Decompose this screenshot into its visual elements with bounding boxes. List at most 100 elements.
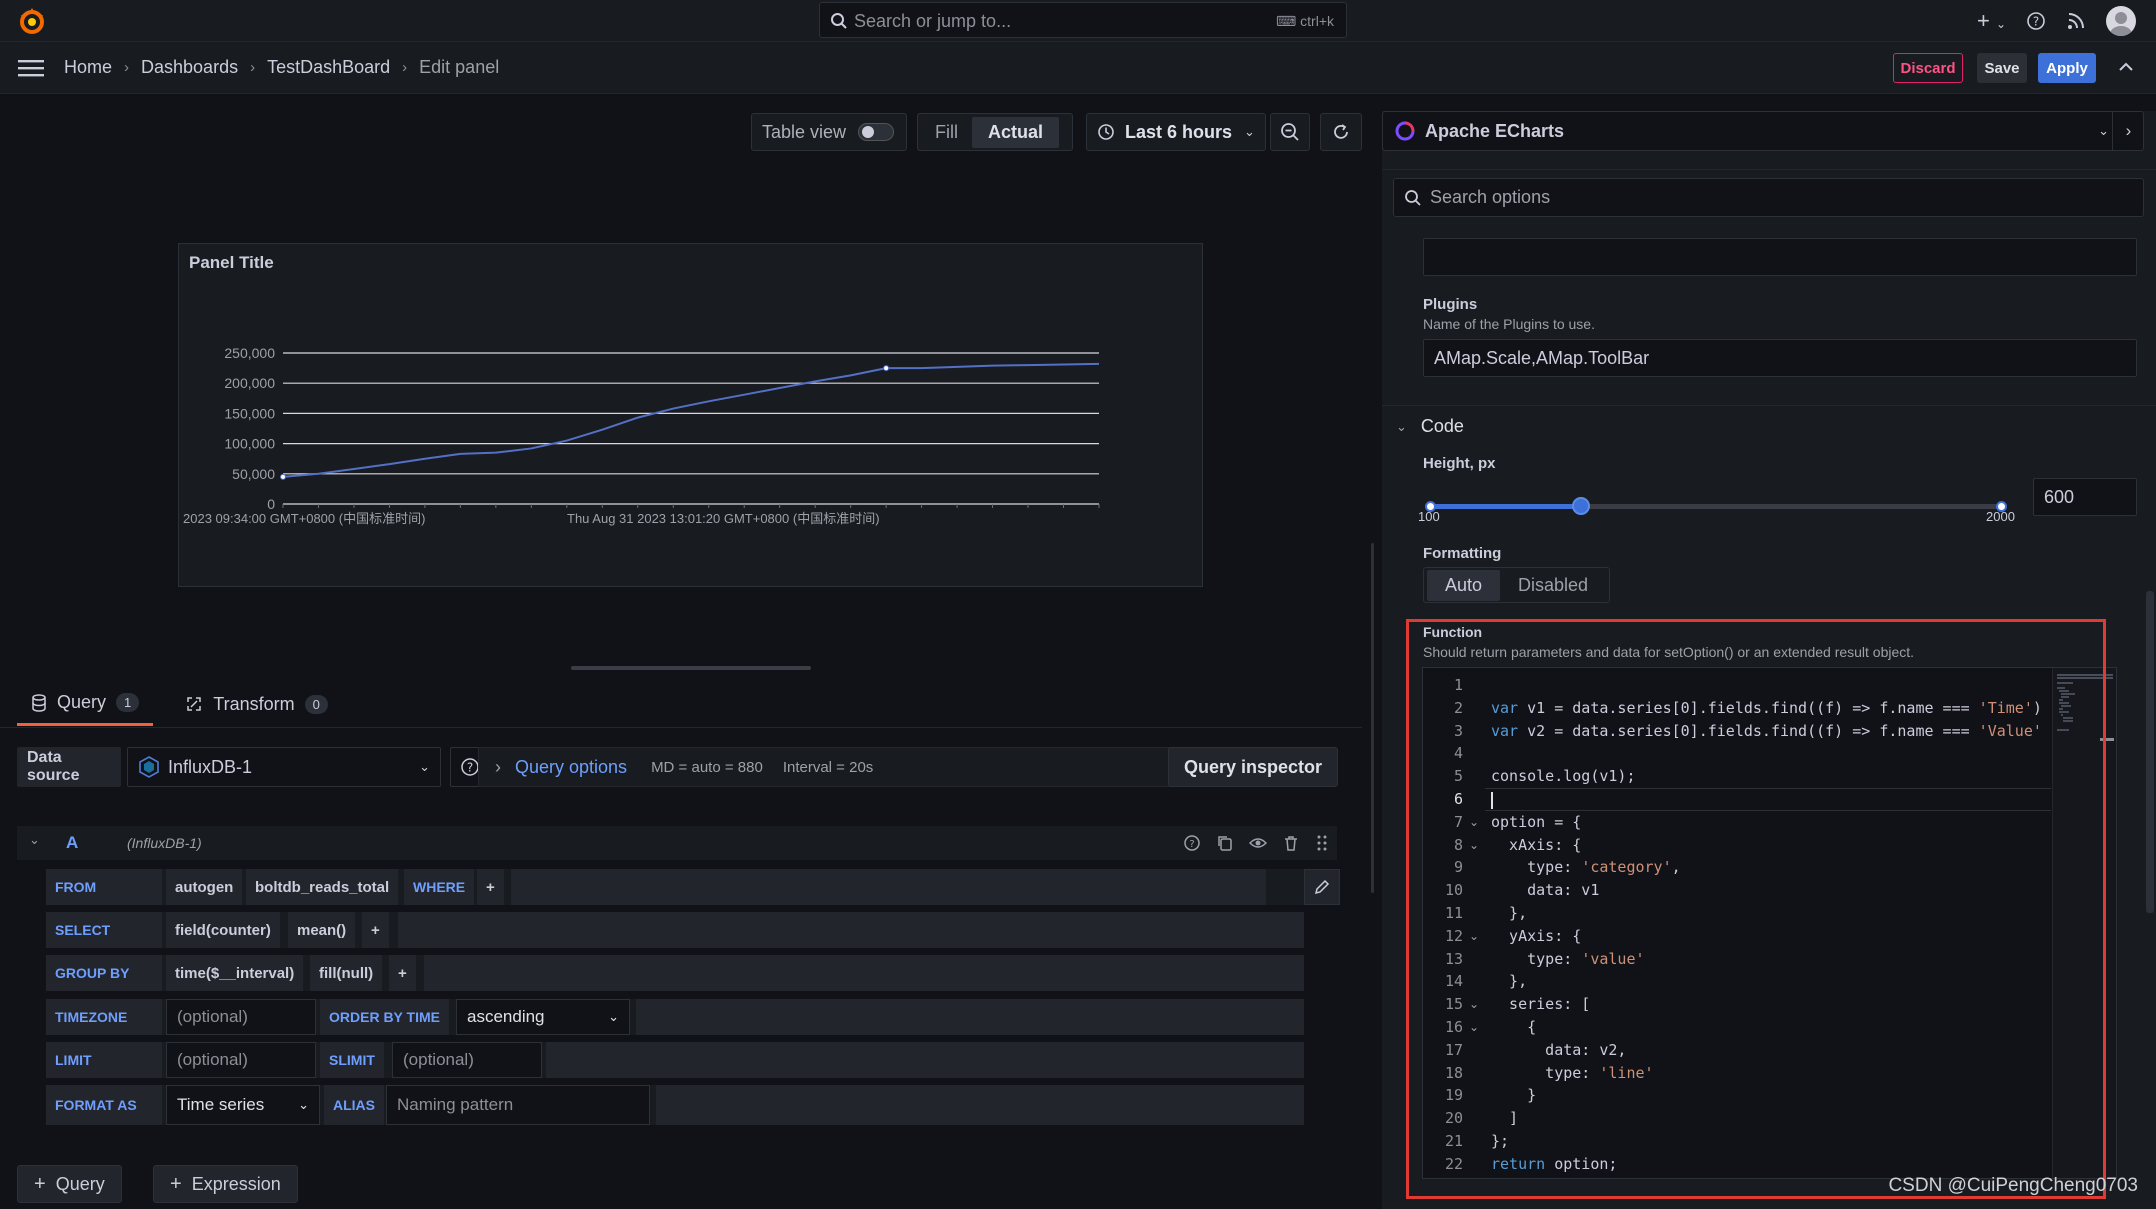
chevron-down-icon: ⌄ — [298, 1097, 309, 1113]
query-limit-row: LIMIT (optional) SLIMIT (optional) — [46, 1042, 1304, 1078]
refresh-button[interactable] — [1320, 113, 1362, 151]
user-avatar[interactable] — [2106, 6, 2136, 36]
formatting-auto-option[interactable]: Auto — [1427, 570, 1500, 601]
query-options-label[interactable]: Query options — [515, 757, 627, 778]
panel-resize-handle[interactable] — [571, 666, 811, 670]
eye-icon[interactable] — [1249, 834, 1267, 852]
refresh-icon — [1331, 122, 1351, 142]
timezone-input[interactable]: (optional) — [166, 999, 316, 1035]
groupby-fill-token[interactable]: fill(null) — [310, 955, 382, 991]
options-search-input[interactable]: Search options — [1393, 178, 2144, 217]
close-options-button[interactable]: › — [2112, 111, 2144, 151]
drag-handle-icon[interactable] — [1315, 834, 1329, 852]
tab-query[interactable]: Query 1 — [17, 692, 153, 726]
query-inspector-button[interactable]: Query inspector — [1168, 747, 1338, 787]
slider-thumb[interactable] — [1572, 497, 1590, 515]
alias-label: ALIAS — [324, 1085, 384, 1125]
edit-query-button[interactable] — [1304, 869, 1340, 905]
query-ref-id[interactable]: A — [66, 833, 78, 853]
help-icon: ? — [460, 757, 480, 777]
data-point — [884, 366, 889, 371]
options-scrollbar[interactable] — [2146, 591, 2154, 913]
help-icon[interactable]: ? — [1183, 834, 1201, 852]
format-select[interactable]: Time series ⌄ — [166, 1085, 320, 1125]
zoom-out-button[interactable] — [1270, 113, 1310, 151]
breadcrumb-home[interactable]: Home — [64, 57, 112, 78]
tabs-divider — [0, 727, 1362, 728]
search-placeholder: Search or jump to... — [854, 11, 1011, 32]
retention-policy-token[interactable]: autogen — [166, 869, 242, 905]
add-where-button[interactable]: + — [477, 869, 504, 905]
formatting-label: Formatting — [1423, 545, 1501, 562]
tab-transform[interactable]: Transform 0 — [171, 692, 342, 726]
table-view-toggle[interactable]: Table view — [751, 113, 907, 151]
collapse-icon[interactable] — [2118, 60, 2134, 72]
code-section-divider — [1382, 405, 2156, 406]
orderby-select[interactable]: ascending ⌄ — [456, 999, 630, 1035]
table-view-switch[interactable] — [858, 123, 894, 141]
chevron-right-icon: › — [402, 59, 407, 76]
code-section-header[interactable]: ⌄ Code — [1396, 416, 1464, 437]
select-function-token[interactable]: mean() — [288, 912, 355, 948]
plugins-input[interactable]: AMap.Scale,AMap.ToolBar — [1423, 339, 2137, 377]
height-slider[interactable] — [1430, 494, 2003, 520]
collapse-query-icon[interactable]: ⌄ — [29, 832, 40, 848]
chevron-down-icon: ⌄ — [2098, 123, 2109, 139]
time-range-label: Last 6 hours — [1125, 122, 1232, 143]
discard-button[interactable]: Discard — [1893, 53, 1963, 83]
svg-text:?: ? — [2033, 15, 2039, 29]
actual-option[interactable]: Actual — [972, 117, 1059, 148]
limit-input[interactable]: (optional) — [166, 1042, 316, 1078]
pane-splitter[interactable] — [1371, 543, 1374, 893]
datasource-picker[interactable]: InfluxDB-1 ⌄ — [127, 747, 441, 787]
add-menu-icon[interactable]: + ⌄ — [1977, 8, 2006, 34]
apply-button[interactable]: Apply — [2038, 53, 2096, 83]
select-field-token[interactable]: field(counter) — [166, 912, 280, 948]
add-query-button[interactable]: + Query — [17, 1165, 122, 1203]
breadcrumb-dashboard[interactable]: TestDashBoard — [267, 57, 390, 78]
formatting-disabled-option[interactable]: Disabled — [1500, 570, 1606, 601]
query-options-bar[interactable]: › Query options MD = auto = 880 Interval… — [478, 747, 1180, 787]
options-divider — [1382, 169, 2156, 170]
time-range-picker[interactable]: Last 6 hours ⌄ — [1086, 113, 1266, 151]
groupby-time-token[interactable]: time($__interval) — [166, 955, 303, 991]
measurement-token[interactable]: boltdb_reads_total — [246, 869, 398, 905]
fill-option[interactable]: Fill — [921, 117, 972, 148]
query-actions: ? — [1183, 834, 1329, 852]
previous-option-input[interactable] — [1423, 238, 2137, 276]
slimit-input[interactable]: (optional) — [392, 1042, 542, 1078]
add-select-button[interactable]: + — [362, 912, 389, 948]
alias-input[interactable]: Naming pattern — [386, 1085, 650, 1125]
visualization-picker[interactable]: Apache ECharts ⌄ — [1382, 111, 2144, 151]
tab-query-label: Query — [57, 692, 106, 713]
y-tick-label: 200,000 — [224, 375, 275, 391]
query-a-header: ⌄ A (InfluxDB-1) ? — [17, 826, 1337, 860]
viz-name: Apache ECharts — [1425, 121, 1564, 142]
breadcrumb-dashboards[interactable]: Dashboards — [141, 57, 238, 78]
chevron-right-icon: › — [495, 757, 501, 778]
news-feed-icon[interactable] — [2066, 11, 2086, 31]
plus-icon: + — [170, 1173, 182, 1196]
search-input[interactable]: Search or jump to... ⌨ ctrl+k — [819, 2, 1347, 38]
query-format-row: FORMAT AS Time series ⌄ ALIAS Naming pat… — [46, 1085, 1304, 1125]
help-icon[interactable]: ? — [2026, 11, 2046, 31]
menu-icon[interactable] — [18, 58, 44, 78]
query-timezone-row: TIMEZONE (optional) ORDER BY TIME ascend… — [46, 999, 1304, 1035]
svg-text:?: ? — [1189, 839, 1194, 850]
add-groupby-button[interactable]: + — [389, 955, 416, 991]
save-button[interactable]: Save — [1977, 53, 2027, 83]
y-tick-label: 250,000 — [224, 345, 275, 361]
y-tick-label: 100,000 — [224, 436, 275, 452]
select-label: SELECT — [46, 912, 162, 948]
max-datapoints-info: MD = auto = 880 — [651, 759, 763, 776]
x-tick-label: 2023 09:34:00 GMT+0800 (中国标准时间) — [183, 511, 425, 526]
height-input[interactable]: 600 — [2033, 478, 2137, 516]
formatting-toggle: Auto Disabled — [1423, 567, 1610, 603]
query-select-row: SELECT field(counter) mean() + — [46, 912, 1304, 948]
add-expression-button[interactable]: + Expression — [153, 1165, 298, 1203]
trash-icon[interactable] — [1282, 834, 1300, 852]
transform-icon — [185, 695, 203, 713]
duplicate-icon[interactable] — [1216, 834, 1234, 852]
grafana-logo-icon[interactable] — [16, 5, 48, 37]
orderby-value: ascending — [467, 1007, 545, 1027]
